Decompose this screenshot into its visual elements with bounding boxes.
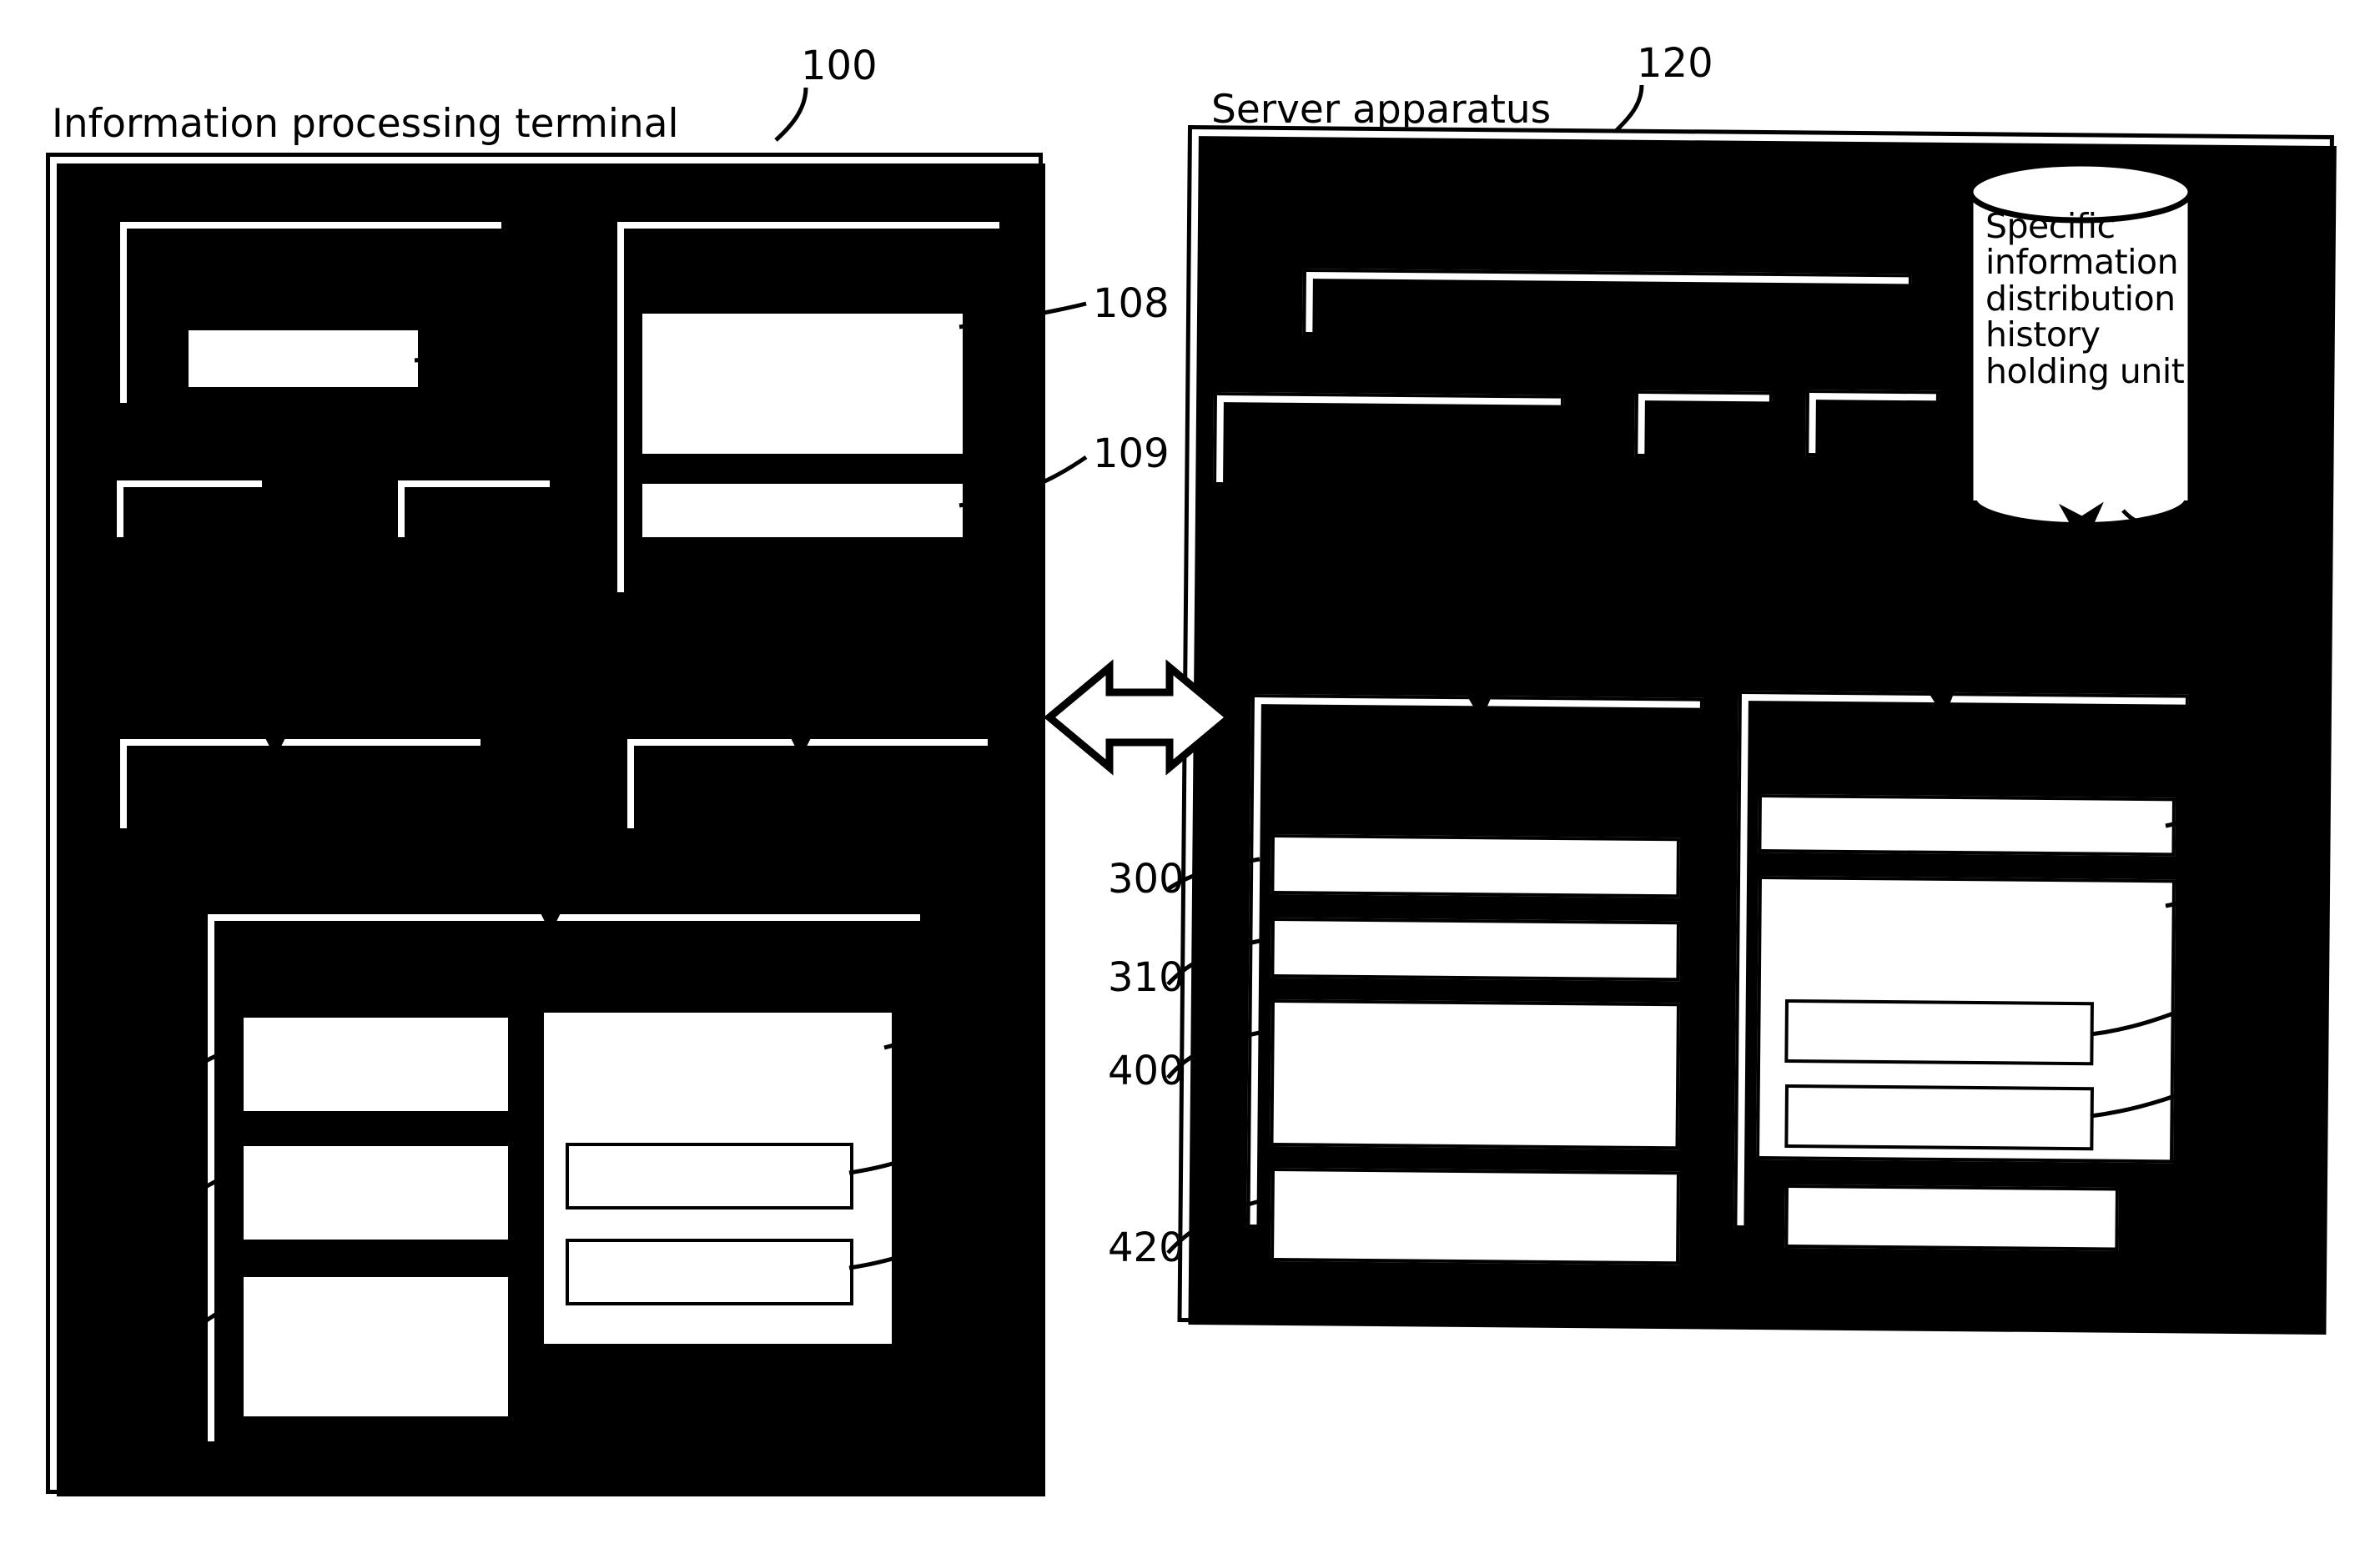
terminal-communication-processing-unit	[624, 736, 994, 835]
program-box	[185, 327, 421, 390]
server-cipher-processing-unit	[1302, 269, 1912, 341]
server-program-box	[1271, 918, 1680, 982]
server-ca-signature-box	[1784, 1084, 2094, 1151]
history-holding-unit-label: Specific information distribution histor…	[1985, 206, 2185, 391]
ref-310: 310	[1108, 954, 1185, 1001]
program-management-information-box	[639, 310, 966, 457]
terminal-ca-public-key-box	[639, 480, 966, 541]
ref-109: 109	[1093, 430, 1170, 477]
server-cpu-box	[1805, 390, 1940, 458]
server-ram-box	[1634, 390, 1773, 459]
program-header-box	[1271, 834, 1680, 898]
ref-420: 420	[1108, 1225, 1185, 1271]
ref-108: 108	[1093, 280, 1170, 327]
server-ref: 120	[1637, 40, 1713, 87]
server-program-specific-information-box	[1271, 1168, 1680, 1265]
server-id-box	[1784, 999, 2094, 1066]
patent-figure: Information processing terminal 100 105 …	[0, 0, 2380, 1549]
ref-400: 400	[1108, 1048, 1185, 1094]
terminal-title: Information processing terminal	[52, 101, 679, 147]
ref-300: 300	[1108, 856, 1185, 903]
terminal-private-key-box	[240, 1143, 511, 1243]
terminal-ref: 100	[801, 43, 878, 89]
terminal-specific-key-box	[240, 1014, 511, 1114]
server-title: Server apparatus	[1211, 87, 1552, 133]
leader-120	[1613, 84, 1644, 133]
terminal-cipher-processing-unit	[117, 736, 487, 835]
server-ca-public-key-box	[1784, 1184, 2119, 1251]
terminal-ram-box	[395, 477, 556, 544]
leader-100	[774, 87, 808, 142]
server-communication-processing-unit	[1213, 392, 1564, 489]
terminal-ca-signature-box	[566, 1239, 853, 1305]
specific-information-header-box	[1270, 999, 1680, 1150]
terminal-id-box	[566, 1143, 853, 1210]
terminal-cpu-box	[113, 477, 269, 544]
server-private-key-box	[1758, 794, 2176, 857]
terminal-program-specific-information-box	[240, 1274, 511, 1420]
